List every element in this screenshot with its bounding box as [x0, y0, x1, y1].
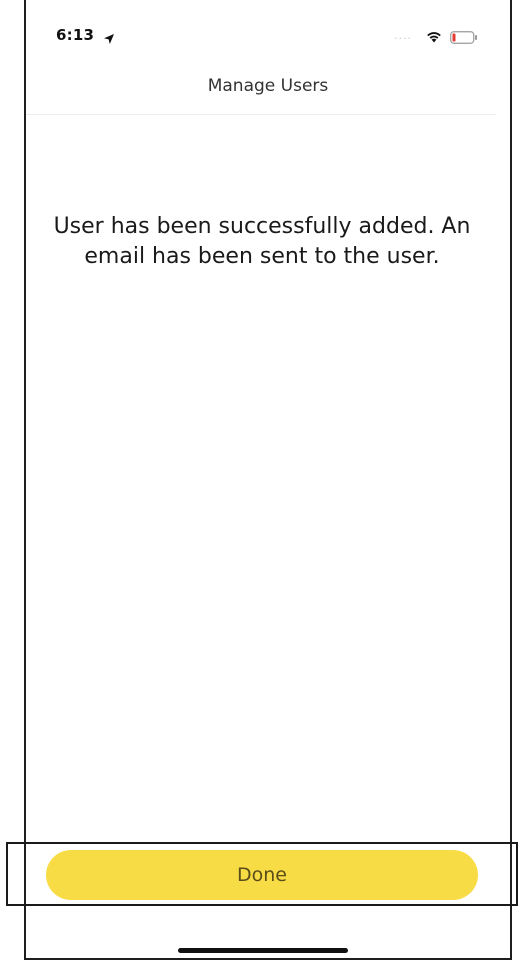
- page-title: Manage Users: [207, 76, 329, 96]
- battery-low-icon: [450, 29, 478, 44]
- home-indicator[interactable]: [178, 948, 348, 953]
- signal-icon: ....: [394, 29, 412, 42]
- status-time: 6:13: [56, 26, 95, 44]
- device-frame: [24, 0, 512, 960]
- app-screen: 6:13 .... Manage Users User has been suc…: [0, 0, 523, 968]
- header-divider: [26, 114, 496, 115]
- wifi-icon: [426, 28, 442, 43]
- done-button[interactable]: Done: [46, 850, 478, 900]
- success-message: User has been successfully added. An ema…: [53, 214, 471, 269]
- status-bar: 6:13 ....: [56, 26, 490, 46]
- location-arrow-icon: [103, 30, 115, 44]
